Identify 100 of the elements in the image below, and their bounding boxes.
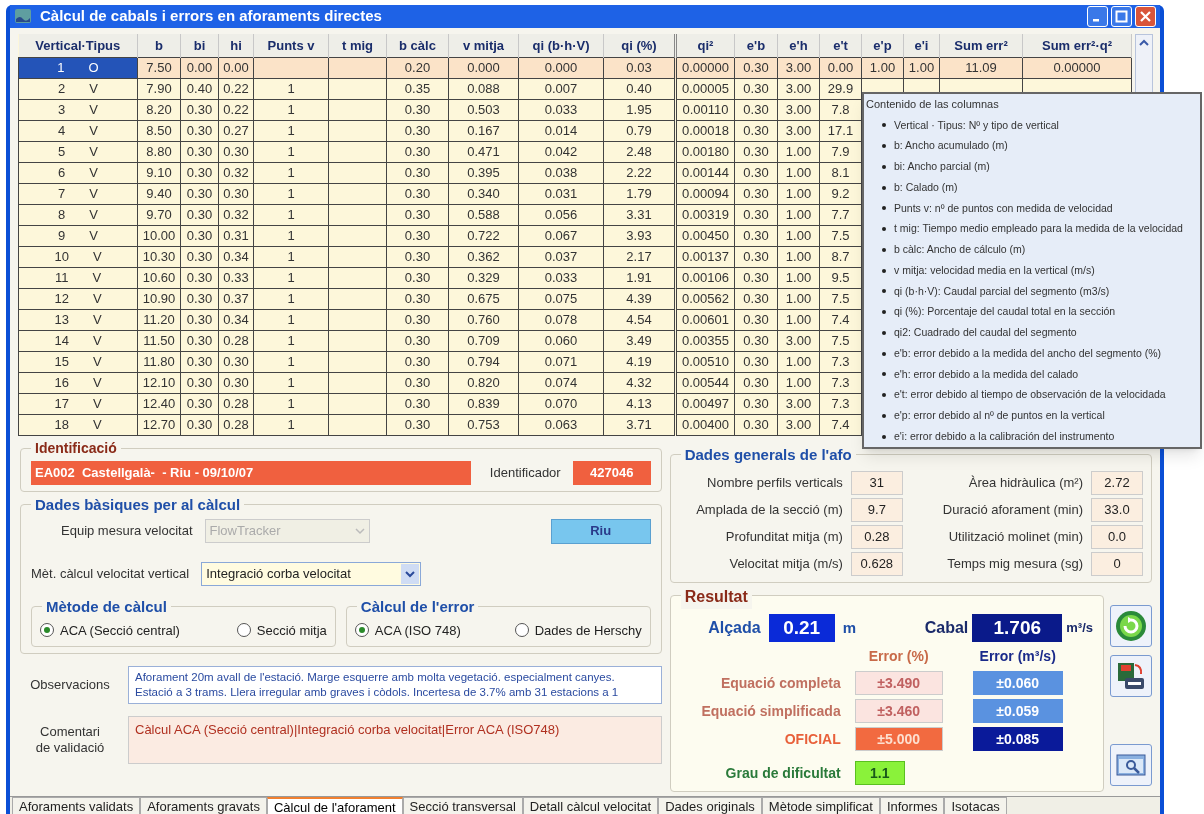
tab[interactable]: Detall càlcul velocitat [522,797,659,814]
tab[interactable]: Dades originals [658,797,762,814]
table-cell: 8.7 [819,246,862,268]
error-percent-value: ±3.490 [854,671,943,695]
tab[interactable]: Aforaments validats [12,797,141,814]
table-cell: 1 [253,309,329,331]
table-cell: 0.038 [518,162,604,184]
comment-label: Comentari de validació [34,724,106,756]
table-cell: 0.30 [180,309,219,331]
table-cell: 0.503 [448,99,519,121]
vertical-cell[interactable]: 1 O [18,57,138,79]
river-button[interactable]: Riu [550,518,651,544]
table-cell: 0.20 [386,57,449,79]
table-cell: 7.3 [819,393,862,415]
table-cell: 0.30 [734,414,778,436]
scroll-up-icon[interactable] [1139,38,1149,47]
tooltip-item: qi (b·h·V): Caudal parcial del segmento (m3/s) [894,283,1110,299]
vertical-cell[interactable]: 16 V [18,372,138,394]
preview-button[interactable] [1110,744,1152,786]
table-cell: 7.5 [819,330,862,352]
vertical-cell[interactable]: 9 V [18,225,138,247]
tab[interactable]: Secció transversal [402,797,523,814]
comment-field[interactable]: Càlcul ACA (Secció central)|Integració corba velocitat|Error ACA (ISO748) [128,716,662,764]
tab[interactable]: Informes [879,797,945,814]
observations-field[interactable]: Aforament 20m avall de l'estació. Marge esquerre amb molta vegetació. especialment canyes. Estació a 3 trams. Llera irregular amb graves i còdols. Incertesa de 3.7% amb 31 estacions a 1 [128,666,662,704]
table-cell [328,414,387,436]
table-cell [328,246,387,268]
table-cell: 0.014 [518,120,604,142]
column-header[interactable]: b càlc [386,33,449,58]
table-cell: 0.32 [218,204,254,226]
vertical-cell[interactable]: 11 V [18,267,138,289]
radio-button[interactable] [40,623,54,638]
table-cell [328,99,387,121]
table-cell: 3.00 [777,330,820,352]
vertical-cell[interactable]: 12 V [18,288,138,310]
table-cell: 0.30 [734,288,778,310]
vertical-cell[interactable]: 14 V [18,330,138,352]
vertical-cell[interactable]: 5 V [18,141,138,163]
method-dropdown[interactable]: Integració corba velocitat [201,561,422,586]
table-cell: 0.30 [180,162,219,184]
table-cell: 3.00 [777,57,820,79]
table-cell: 0.34 [218,246,254,268]
column-header[interactable]: Punts v [253,33,329,58]
column-header[interactable]: bi [180,33,219,58]
column-header[interactable]: b [137,33,181,58]
table-cell: 0.00110 [675,99,735,121]
table-cell: 1 [253,183,329,205]
radio-button[interactable] [236,623,251,638]
column-header[interactable]: qi (b·h·V) [518,33,604,58]
refresh-button[interactable] [1110,605,1152,647]
table-cell: 1.00 [777,246,820,268]
vertical-cell[interactable]: 18 V [18,414,138,436]
table-cell: 7.9 [819,141,862,163]
vertical-cell[interactable]: 13 V [18,309,138,331]
column-header[interactable]: e't [819,33,862,58]
vertical-cell[interactable]: 7 V [18,183,138,205]
table-cell: 0.30 [180,393,219,415]
vertical-cell[interactable]: 15 V [18,351,138,373]
radio-button[interactable] [514,623,529,638]
radio-button[interactable] [354,623,369,638]
table-cell: 0.722 [448,225,519,247]
vertical-cell[interactable]: 10 V [18,246,138,268]
table-cell: 3.00 [777,78,820,100]
table-cell: 0.30 [734,183,778,205]
tooltip-item: Vertical · Tipus: Nº y tipo de vertical [894,117,1059,133]
column-header[interactable]: e'p [861,33,904,58]
vertical-cell[interactable]: 6 V [18,162,138,184]
table-cell: 0.30 [386,267,449,289]
table-cell: 0.30 [180,351,219,373]
column-header[interactable]: Sum err² [939,33,1023,58]
column-header[interactable]: e'b [734,33,778,58]
column-header[interactable]: t mig [328,33,387,58]
vertical-cell[interactable]: 17 V [18,393,138,415]
height-value: 0.21 [768,614,835,642]
tab[interactable]: Mètode simplificat [761,797,880,814]
table-cell: 0.30 [386,330,449,352]
equation-label: Equació completa [719,673,842,693]
column-header[interactable]: hi [218,33,254,58]
tab[interactable]: Aforaments gravats [140,797,267,814]
table-cell: 10.30 [137,246,181,268]
tab[interactable]: Càlcul de l'aforament [266,797,403,814]
table-cell: 0.074 [518,372,604,394]
column-header[interactable]: v mitja [448,33,519,58]
vertical-cell[interactable]: 2 V [18,78,138,100]
equation-label: OFICIAL [783,729,842,749]
column-header[interactable]: e'h [777,33,820,58]
vertical-cell[interactable]: 8 V [18,204,138,226]
save-print-button[interactable] [1110,655,1152,697]
column-header[interactable]: Sum err²·q² [1022,33,1132,58]
column-header[interactable]: e'i [903,33,940,58]
vertical-cell[interactable]: 3 V [18,99,138,121]
bullet-icon [882,268,886,273]
tab[interactable]: Isotacas [944,797,1007,814]
vertical-cell[interactable]: 4 V [18,120,138,142]
tooltip-item: qi (%): Porcentaje del caudal total en la sección [894,304,1116,320]
bullet-icon [882,310,886,315]
app-icon [14,8,32,25]
column-header[interactable]: qi (%) [603,33,676,58]
table-cell: 0.30 [386,120,449,142]
table-cell: 0.30 [734,330,778,352]
